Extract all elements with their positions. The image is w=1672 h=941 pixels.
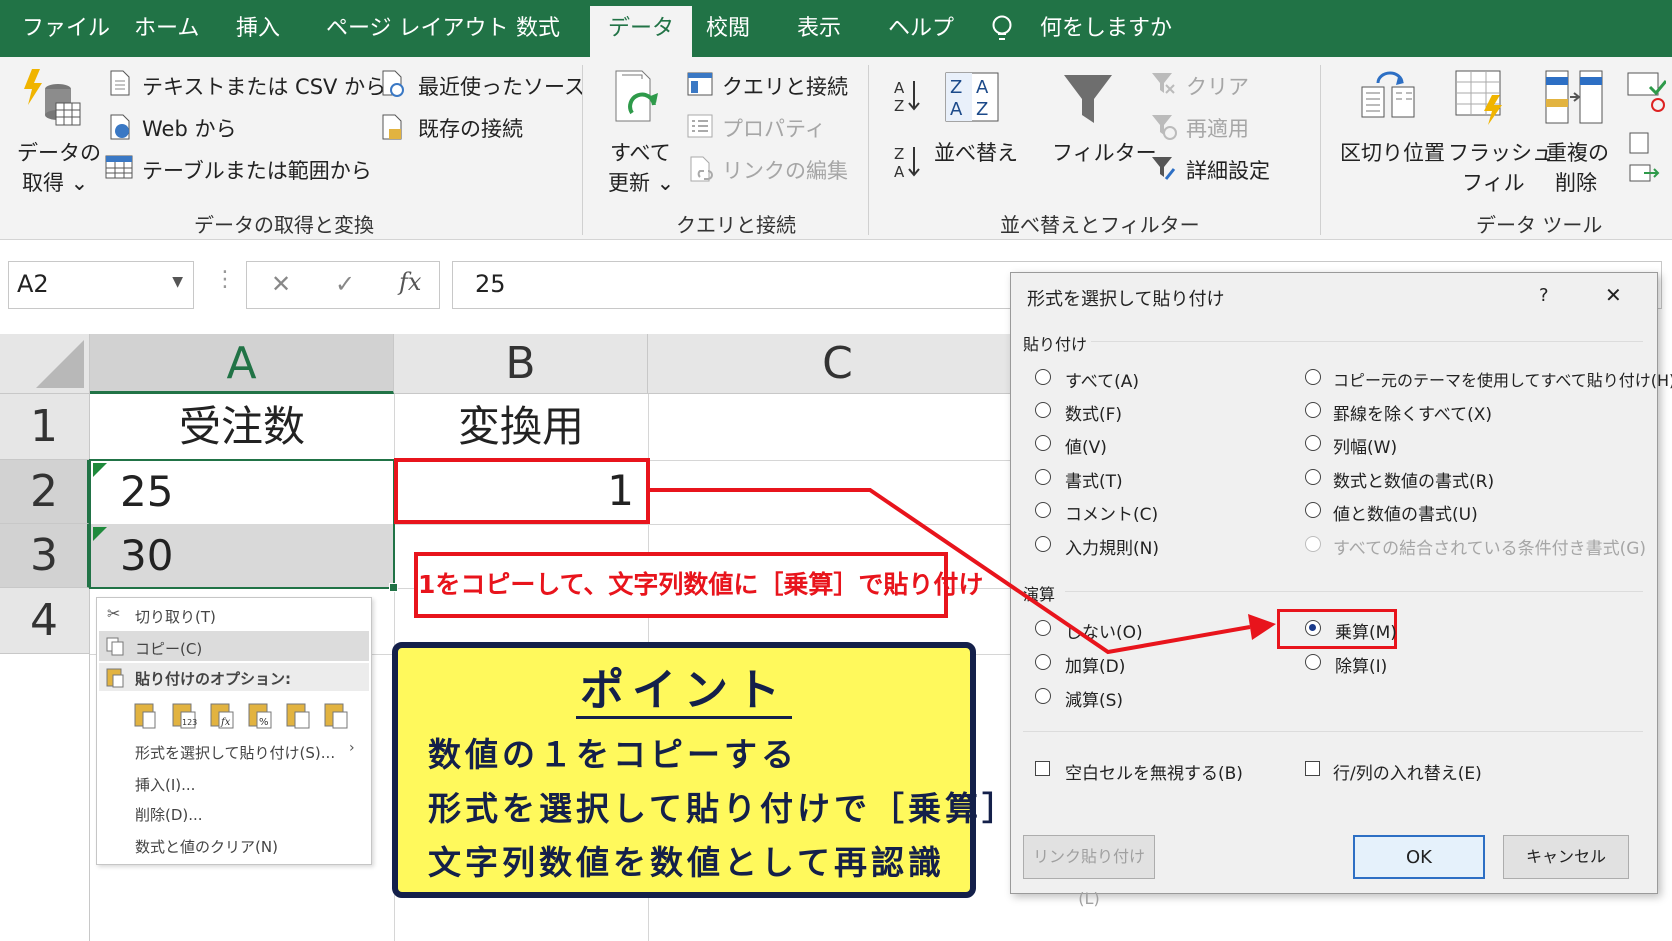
arrow-head-icon [1248, 614, 1276, 640]
arrow-line [650, 488, 1251, 655]
annotation-arrow [650, 488, 1276, 655]
